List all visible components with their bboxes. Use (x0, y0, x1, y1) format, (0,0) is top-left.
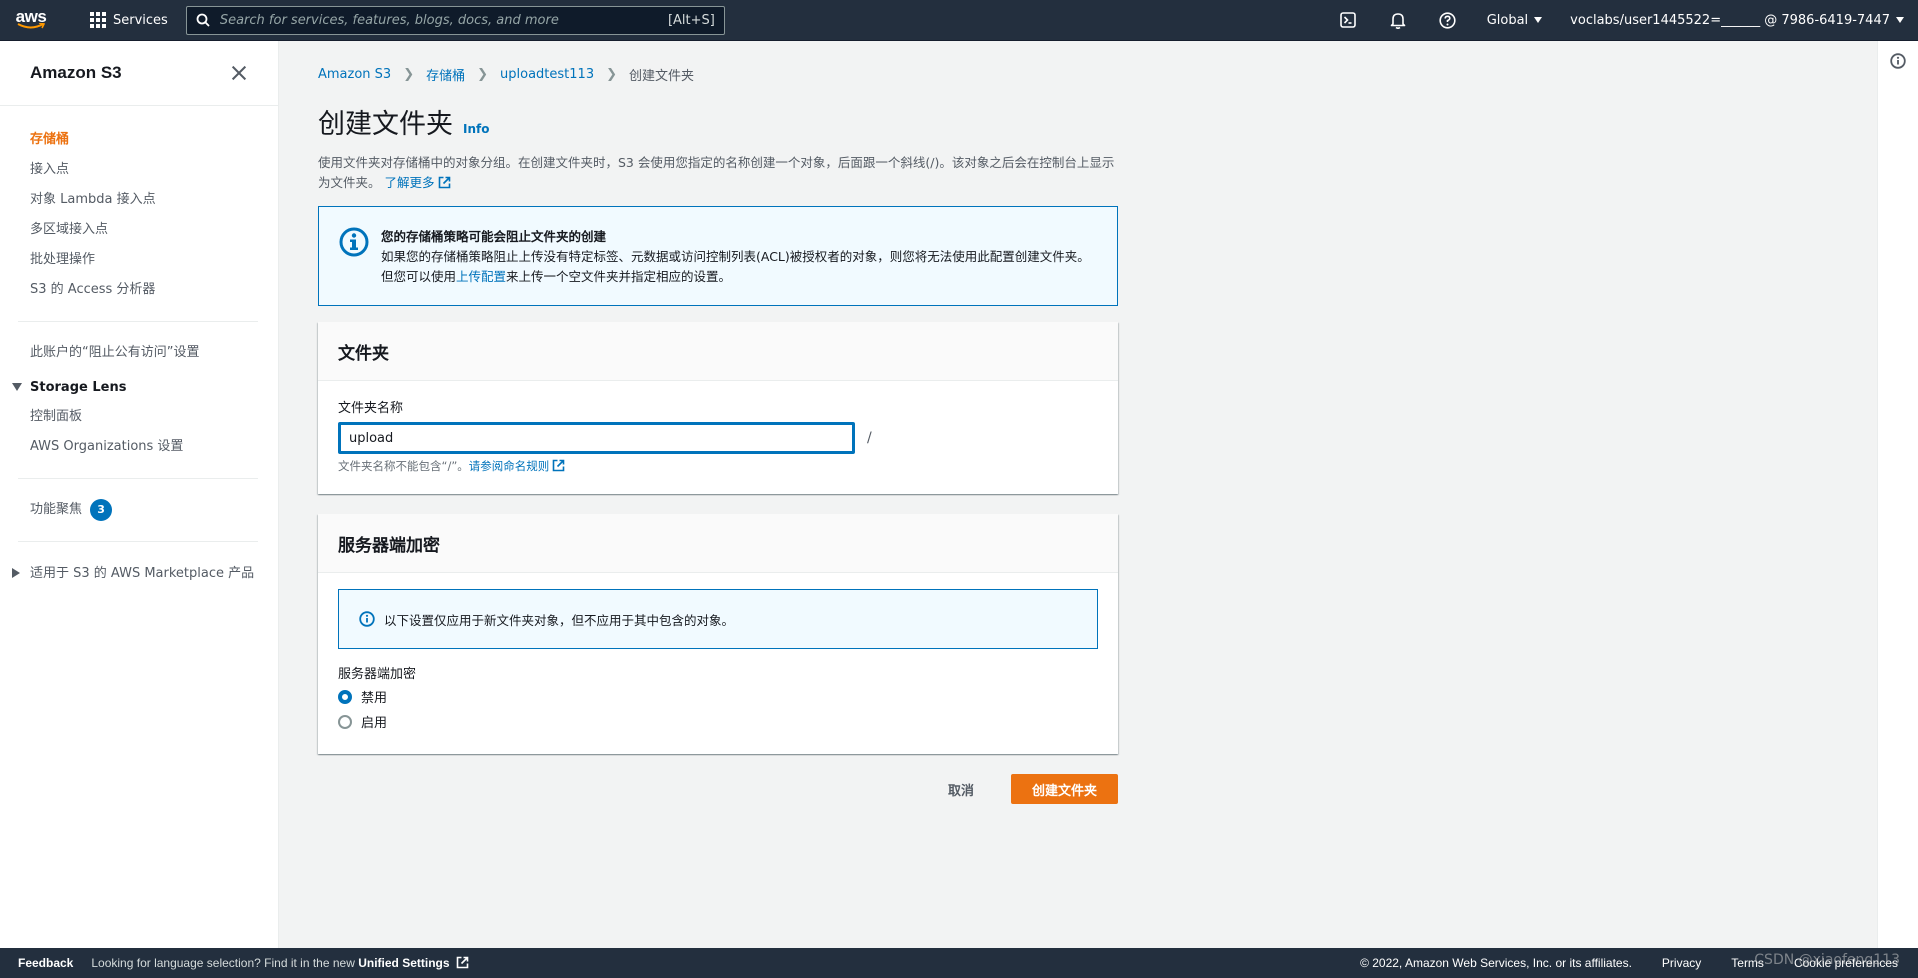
encryption-panel-heading: 服务器端加密 (318, 514, 1118, 573)
top-nav: aws Services [Alt+S] Global voclabs/user… (0, 0, 1918, 41)
folder-panel-heading: 文件夹 (318, 322, 1118, 381)
sidebar-item-multi-region[interactable]: 多区域接入点 (0, 215, 278, 245)
sidebar-item-buckets[interactable]: 存储桶 (0, 125, 278, 155)
footer: Feedback Looking for language selection?… (0, 948, 1918, 978)
notification-badge: 3 (90, 499, 113, 521)
cloudshell-icon[interactable] (1323, 0, 1373, 41)
naming-rules-link[interactable]: 请参阅命名规则 (469, 459, 566, 473)
sidebar-title[interactable]: Amazon S3 (30, 63, 122, 83)
sidebar-item-organizations-settings[interactable]: AWS Organizations 设置 (0, 432, 278, 462)
notification-bell-icon[interactable] (1373, 0, 1423, 41)
divider (18, 321, 258, 322)
page-description: 使用文件夹对存储桶中的对象分组。在创建文件夹时，S3 会使用您指定的名称创建一个… (318, 155, 1115, 190)
info-circle-icon (359, 611, 375, 627)
services-menu-button[interactable]: Services (80, 0, 178, 41)
info-circle-icon[interactable] (1890, 53, 1906, 69)
folder-panel: 文件夹 文件夹名称 / 文件夹名称不能包含“/”。请参阅命名规则 (318, 322, 1118, 494)
caret-down-icon (1896, 17, 1904, 23)
sidebar-item-dashboards[interactable]: 控制面板 (0, 402, 278, 432)
watermark: CSDN @xiaofeng113 (1754, 952, 1900, 968)
divider (18, 478, 258, 479)
sidebar-item-feature-spotlight[interactable]: 功能聚焦 3 (0, 495, 278, 525)
encryption-label: 服务器端加密 (338, 667, 417, 682)
info-circle-icon (339, 227, 369, 257)
sidebar-item-object-lambda[interactable]: 对象 Lambda 接入点 (0, 185, 278, 215)
folder-name-input[interactable] (338, 422, 855, 454)
caret-down-icon (1534, 17, 1543, 23)
breadcrumb-bucket[interactable]: uploadtest113 (500, 67, 594, 82)
chevron-right-icon: ❯ (477, 66, 489, 82)
sidebar-item-batch-operations[interactable]: 批处理操作 (0, 245, 278, 275)
copyright-text: © 2022, Amazon Web Services, Inc. or its… (1360, 956, 1632, 970)
grid-icon (90, 12, 106, 28)
alert-body: 如果您的存储桶策略阻止上传没有特定标签、元数据或访问控制列表(ACL)被授权者的… (381, 249, 1090, 284)
expand-right-icon (12, 568, 20, 578)
divider (18, 541, 258, 542)
close-icon[interactable] (230, 64, 248, 82)
create-folder-button[interactable]: 创建文件夹 (1010, 774, 1118, 804)
breadcrumb-amazon-s3[interactable]: Amazon S3 (318, 67, 391, 82)
breadcrumb-buckets[interactable]: 存储桶 (426, 65, 465, 84)
side-navigation: Amazon S3 存储桶 接入点 对象 Lambda 接入点 多区域接入点 批… (0, 41, 279, 948)
breadcrumb: Amazon S3 ❯ 存储桶 ❯ uploadtest113 ❯ 创建文件夹 (318, 64, 1118, 84)
radio-selected-icon[interactable] (338, 689, 352, 704)
unified-settings-link[interactable]: Unified Settings (358, 956, 449, 970)
alert-title: 您的存储桶策略可能会阻止文件夹的创建 (381, 229, 607, 244)
page-title: 创建文件夹 (318, 109, 453, 140)
sidebar-item-marketplace[interactable]: 适用于 S3 的 AWS Marketplace 产品 (0, 558, 278, 590)
radio-unselected-icon[interactable] (338, 714, 352, 729)
region-selector[interactable]: Global (1473, 0, 1556, 41)
folder-name-label: 文件夹名称 (338, 401, 404, 416)
external-link-icon (438, 176, 450, 189)
tools-panel-rail (1877, 41, 1918, 948)
learn-more-link[interactable]: 了解更多 (385, 175, 451, 190)
sidebar-item-block-public-access[interactable]: 此账户的“阻止公有访问”设置 (0, 338, 278, 368)
folder-slash-suffix: / (867, 430, 872, 446)
expand-down-icon (12, 383, 22, 391)
main-content: Amazon S3 ❯ 存储桶 ❯ uploadtest113 ❯ 创建文件夹 … (318, 41, 1118, 804)
bucket-policy-alert: 您的存储桶策略可能会阻止文件夹的创建 如果您的存储桶策略阻止上传没有特定标签、元… (318, 206, 1118, 306)
cancel-button[interactable]: 取消 (936, 780, 986, 799)
aws-logo[interactable]: aws (0, 0, 62, 41)
storage-lens-toggle[interactable]: Storage Lens (0, 372, 278, 402)
aws-smile-icon (17, 23, 45, 29)
radio-option-enable[interactable]: 启用 (338, 709, 1098, 734)
search-input[interactable] (219, 12, 658, 28)
chevron-right-icon: ❯ (403, 66, 415, 82)
folder-name-hint: 文件夹名称不能包含“/”。请参阅命名规则 (338, 458, 1098, 474)
sidebar-item-access-analyzer[interactable]: S3 的 Access 分析器 (0, 275, 278, 305)
info-link[interactable]: Info (463, 122, 489, 136)
encryption-notice: 以下设置仅应用于新文件夹对象，但不应用于其中包含的对象。 (338, 589, 1098, 649)
chevron-right-icon: ❯ (606, 66, 617, 82)
external-link-icon (456, 956, 469, 969)
external-link-icon (552, 459, 565, 472)
encryption-panel: 服务器端加密 以下设置仅应用于新文件夹对象，但不应用于其中包含的对象。 服务器端… (318, 514, 1118, 754)
language-notice: Looking for language selection? Find it … (91, 956, 469, 970)
sidebar-item-access-points[interactable]: 接入点 (0, 155, 278, 185)
privacy-link[interactable]: Privacy (1662, 956, 1701, 970)
breadcrumb-current: 创建文件夹 (629, 68, 695, 84)
search-icon (196, 13, 210, 27)
feedback-link[interactable]: Feedback (0, 956, 91, 970)
help-icon[interactable] (1423, 0, 1473, 41)
upload-config-link[interactable]: 上传配置 (456, 269, 506, 284)
radio-option-disable[interactable]: 禁用 (338, 684, 1098, 709)
global-search[interactable]: [Alt+S] (185, 5, 725, 35)
account-menu[interactable]: voclabs/user1445522=______ @ 7986-6419-7… (1556, 0, 1918, 41)
search-shortcut: [Alt+S] (667, 12, 715, 28)
